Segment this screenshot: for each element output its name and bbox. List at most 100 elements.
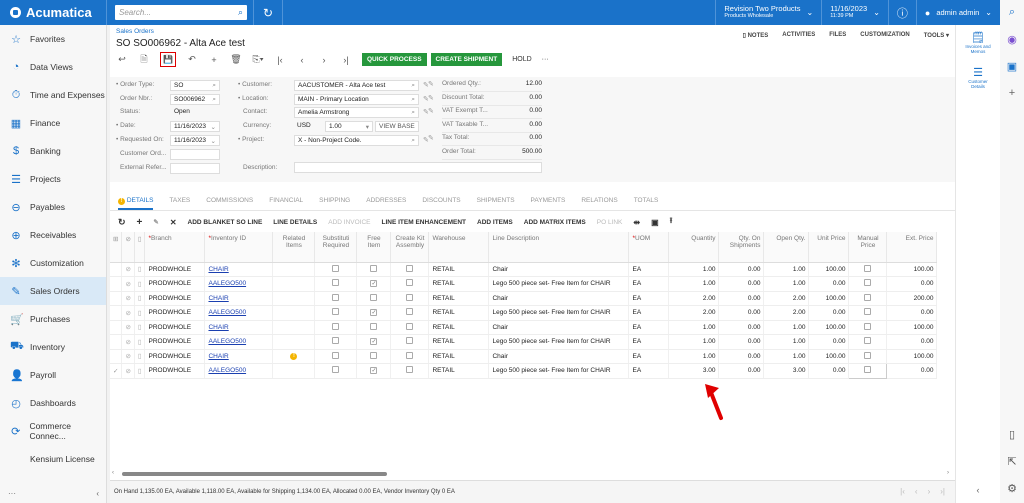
tab-totals[interactable]: TOTALS bbox=[634, 197, 659, 210]
uom-cell[interactable]: EA bbox=[628, 276, 670, 292]
po-link-button[interactable]: PO LINK bbox=[597, 219, 623, 226]
attachment-icon[interactable]: ⊘ bbox=[125, 236, 130, 243]
files-button[interactable]: FILES bbox=[829, 32, 846, 39]
line-description-cell[interactable]: Lego 500 piece set- Free Item for CHAIR bbox=[488, 363, 630, 379]
warehouse-cell[interactable]: RETAIL bbox=[428, 320, 490, 335]
substitution-required-checkbox[interactable] bbox=[332, 264, 340, 272]
customer-order-field[interactable] bbox=[170, 149, 220, 160]
date-field[interactable]: 11/16/2023 ⌄ bbox=[170, 121, 220, 132]
free-item-checkbox[interactable]: ✓ bbox=[370, 338, 378, 346]
line-description-cell[interactable]: Chair bbox=[488, 349, 630, 364]
sidebar-item-inventory[interactable]: ⛟ Inventory bbox=[0, 333, 106, 361]
column-header[interactable]: *Inventory ID bbox=[204, 232, 274, 263]
tab-shipping[interactable]: SHIPPING bbox=[319, 197, 350, 210]
upload-icon[interactable]: ⭱ bbox=[670, 215, 673, 229]
sidebar-item-time-and-expenses[interactable]: ⏱ Time and Expenses bbox=[0, 81, 106, 109]
next-record-icon[interactable]: › bbox=[318, 55, 330, 65]
collapse-panel-icon[interactable]: ‹ bbox=[977, 485, 980, 495]
column-header[interactable]: Open Qty. bbox=[763, 232, 810, 263]
unit-price-cell[interactable]: 100.00 bbox=[808, 262, 850, 277]
unit-price-cell[interactable]: 100.00 bbox=[808, 291, 850, 306]
sidebar-item-banking[interactable]: $ Banking bbox=[0, 137, 106, 165]
table-row[interactable]: ✓ ⊘ ▯ PRODWHOLE AALEGO500 ✓ RETAIL Lego 500 pie… bbox=[110, 363, 938, 379]
inventory-id-link[interactable]: AALEGO500 bbox=[208, 367, 246, 374]
manual-price-checkbox[interactable] bbox=[864, 366, 872, 374]
line-description-cell[interactable]: Chair bbox=[488, 262, 630, 277]
next-page-icon[interactable]: › bbox=[928, 487, 931, 496]
uom-cell[interactable]: EA bbox=[628, 320, 670, 335]
add-matrix-items-button[interactable]: ADD MATRIX ITEMS bbox=[524, 219, 586, 226]
sidebar-item-receivables[interactable]: ⊕ Receivables bbox=[0, 221, 106, 249]
edit-icon[interactable]: ✎ bbox=[428, 107, 434, 115]
create-kit-checkbox[interactable] bbox=[406, 279, 414, 287]
tab-taxes[interactable]: TAXES bbox=[169, 197, 190, 210]
search-icon[interactable]: ⌕ bbox=[1009, 6, 1015, 19]
sidebar-item-payroll[interactable]: 👤 Payroll bbox=[0, 361, 106, 389]
cancel-icon[interactable]: ↶ bbox=[186, 54, 198, 65]
quantity-cell[interactable]: 1.00 bbox=[668, 334, 720, 350]
free-item-checkbox[interactable]: ✓ bbox=[370, 367, 378, 375]
quantity-cell[interactable]: 1.00 bbox=[668, 262, 720, 277]
copilot-icon[interactable]: ◉ bbox=[1007, 33, 1017, 46]
branch-cell[interactable]: PRODWHOLE bbox=[144, 334, 206, 350]
create-kit-checkbox[interactable] bbox=[406, 366, 414, 374]
inventory-id-link[interactable]: CHAIR bbox=[208, 266, 228, 273]
branch-cell[interactable]: PRODWHOLE bbox=[144, 291, 206, 306]
sidebar-item-finance[interactable]: ▦ Finance bbox=[0, 109, 106, 137]
line-description-cell[interactable]: Lego 500 piece set- Free Item for CHAIR bbox=[488, 305, 630, 321]
last-record-icon[interactable]: ›| bbox=[340, 55, 352, 65]
uom-cell[interactable]: EA bbox=[628, 349, 670, 364]
copy-paste-icon[interactable]: ⎘▾ bbox=[252, 54, 264, 65]
inventory-id-link[interactable]: CHAIR bbox=[208, 295, 228, 302]
activities-button[interactable]: ACTIVITIES bbox=[782, 32, 815, 39]
tab-relations[interactable]: RELATIONS bbox=[581, 197, 617, 210]
create-kit-checkbox[interactable] bbox=[406, 308, 414, 316]
tab-commissions[interactable]: COMMISSIONS bbox=[206, 197, 253, 210]
unit-price-cell[interactable]: 0.00 bbox=[808, 276, 850, 292]
customer-field[interactable]: AACUSTOMER - Alta Ace test ⌕ bbox=[294, 80, 419, 91]
quantity-cell[interactable]: 1.00 bbox=[668, 276, 720, 292]
column-header[interactable]: *UOM bbox=[628, 232, 670, 263]
last-page-icon[interactable]: ›| bbox=[940, 487, 945, 496]
more-actions-button[interactable]: ··· bbox=[542, 56, 549, 63]
line-description-cell[interactable]: Lego 500 piece set- Free Item for CHAIR bbox=[488, 276, 630, 292]
line-description-cell[interactable]: Lego 500 piece set- Free Item for CHAIR bbox=[488, 334, 630, 350]
free-item-checkbox[interactable]: ✓ bbox=[370, 309, 378, 317]
save-button[interactable]: 💾 bbox=[160, 52, 176, 67]
sidebar-item-dashboards[interactable]: ◴ Dashboards bbox=[0, 389, 106, 417]
branch-cell[interactable]: PRODWHOLE bbox=[144, 320, 206, 335]
sidebar-item-purchases[interactable]: 🛒 Purchases bbox=[0, 305, 106, 333]
quantity-cell[interactable]: 3.00 bbox=[668, 363, 720, 379]
add-icon[interactable]: + bbox=[1009, 87, 1015, 99]
uom-cell[interactable]: EA bbox=[628, 305, 670, 321]
tab-financial[interactable]: FINANCIAL bbox=[269, 197, 303, 210]
uom-cell[interactable]: EA bbox=[628, 262, 670, 277]
settings-icon[interactable]: ⚙ bbox=[1007, 482, 1017, 495]
order-nbr-field[interactable]: SO006962 ⌕ bbox=[170, 94, 220, 105]
uom-cell[interactable]: EA bbox=[628, 363, 670, 379]
warehouse-cell[interactable]: RETAIL bbox=[428, 291, 490, 306]
substitution-required-checkbox[interactable] bbox=[332, 351, 340, 359]
sidebar-item-payables[interactable]: ⊖ Payables bbox=[0, 193, 106, 221]
branch-cell[interactable]: PRODWHOLE bbox=[144, 276, 206, 292]
sidebar-item-kensium-license[interactable]: Kensium License bbox=[0, 445, 106, 473]
create-shipment-button[interactable]: CREATE SHIPMENT bbox=[430, 53, 503, 66]
search-input[interactable]: Search... ⌕ bbox=[115, 5, 247, 20]
contact-field[interactable]: Amelia Armstrong ⌕ bbox=[294, 107, 419, 118]
notes-button[interactable]: ▯ NOTES bbox=[743, 32, 769, 39]
column-header[interactable]: Substituti Required bbox=[314, 232, 358, 263]
create-kit-checkbox[interactable] bbox=[406, 351, 414, 359]
branch-cell[interactable]: PRODWHOLE bbox=[144, 363, 206, 379]
manual-price-checkbox[interactable] bbox=[864, 351, 872, 359]
horizontal-scrollbar[interactable]: ‹ › bbox=[110, 470, 955, 478]
delete-row-icon[interactable]: ✕ bbox=[170, 218, 177, 227]
external-ref-field[interactable] bbox=[170, 163, 220, 174]
line-description-cell[interactable]: Chair bbox=[488, 320, 630, 335]
tab-discounts[interactable]: DISCOUNTS bbox=[422, 197, 460, 210]
back-icon[interactable]: ↩ bbox=[116, 54, 128, 65]
hold-button[interactable]: HOLD bbox=[512, 56, 531, 63]
previous-record-icon[interactable]: ‹ bbox=[296, 55, 308, 65]
edit-row-icon[interactable]: ✎ bbox=[153, 218, 158, 226]
table-row[interactable]: ⊘ ▯ PRODWHOLE AALEGO500 ✓ RETAIL Lego 500 piec… bbox=[110, 276, 938, 292]
manual-price-checkbox[interactable] bbox=[864, 337, 872, 345]
